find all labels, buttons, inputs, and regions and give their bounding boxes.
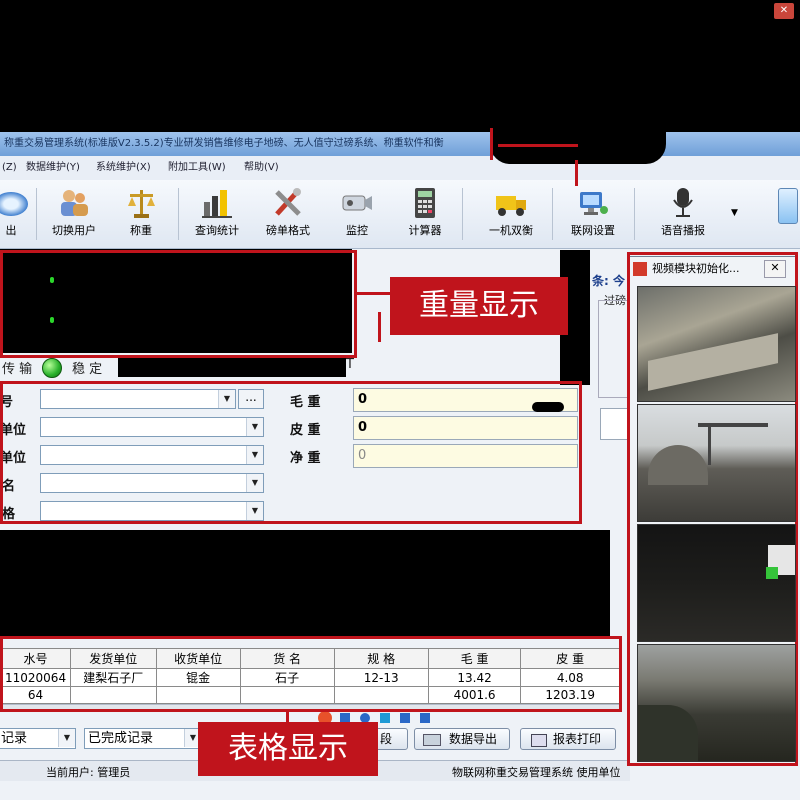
- data-export-button[interactable]: 数据导出: [414, 728, 510, 750]
- record-filter-value: 记录: [1, 731, 28, 746]
- chart-icon: [200, 186, 234, 220]
- redaction-mask: [490, 112, 666, 164]
- table-highlight: [0, 636, 622, 712]
- phone-icon[interactable]: [778, 188, 798, 224]
- toolbar-calculator-button[interactable]: 计算器: [398, 184, 452, 244]
- users-icon: [57, 186, 91, 220]
- right-panel-group: [598, 300, 630, 398]
- microphone-icon: [666, 186, 700, 220]
- canopy-structure: [708, 425, 711, 465]
- data-export-label: 数据导出: [448, 732, 497, 746]
- toolbar-separator: [178, 188, 179, 240]
- truck-icon: [494, 186, 528, 220]
- menu-item-help[interactable]: 帮助(V): [244, 156, 279, 180]
- exit-icon: [0, 192, 28, 216]
- toolbar: 出 切换用户 称重 查询统计 磅单格式 监控 计算器 一机双衡 联网设置 语音播…: [0, 180, 800, 249]
- export-icon: [423, 734, 441, 746]
- scale-icon: [124, 186, 158, 220]
- redaction-mask: [0, 530, 610, 638]
- annotation-connector: [378, 312, 381, 342]
- toolbar-separator: [462, 188, 463, 240]
- stable-status-label: 稳 定: [72, 362, 103, 377]
- toolbar-monitor-button[interactable]: 监控: [330, 184, 384, 244]
- stable-indicator-icon: [42, 358, 62, 378]
- gravel-pile: [648, 445, 708, 485]
- table-display-annotation: 表格显示: [198, 722, 378, 776]
- current-user-label: 当前用户: 管理员: [46, 766, 131, 779]
- toolbar-ticket-format-label: 磅单格式: [266, 224, 310, 237]
- video-close-button[interactable]: ✕: [764, 260, 786, 278]
- toolbar-query-stats-button[interactable]: 查询统计: [186, 184, 248, 244]
- menu-item-z[interactable]: (Z): [2, 156, 17, 180]
- right-panel-button[interactable]: [600, 408, 630, 440]
- toolbar-voice-broadcast-label: 语音播报: [661, 224, 705, 237]
- annotation-connector: [490, 128, 493, 160]
- toolbar-monitor-label: 监控: [346, 224, 368, 237]
- camera-feed-2[interactable]: [637, 404, 796, 522]
- completed-filter-select[interactable]: 已完成记录 ▼: [84, 728, 202, 749]
- report-print-button[interactable]: 报表打印: [520, 728, 616, 750]
- weight-display-annotation: 重量显示: [390, 277, 568, 335]
- weighbridge-platform: [648, 333, 778, 391]
- toolbar-exit-label: 出: [5, 224, 17, 237]
- toolbar-dual-scale-button[interactable]: 一机双衡: [478, 184, 544, 244]
- record-filter-select[interactable]: 记录 ▼: [0, 728, 76, 749]
- completed-filter-value: 已完成记录: [88, 731, 154, 746]
- redaction-mask: [118, 357, 346, 377]
- calculator-icon: [408, 186, 442, 220]
- ime-tool-icon[interactable]: [420, 713, 430, 723]
- window-close-button[interactable]: ✕: [774, 3, 794, 19]
- video-app-icon: [633, 262, 647, 276]
- annotation-connector: [357, 292, 393, 295]
- status-fragment: T: [346, 357, 354, 372]
- chevron-down-icon[interactable]: ▼: [58, 729, 75, 747]
- ime-keyboard-icon[interactable]: [380, 713, 390, 723]
- toolbar-separator: [36, 188, 37, 240]
- toolbar-voice-broadcast-button[interactable]: 语音播报: [650, 184, 716, 244]
- toolbar-query-stats-label: 查询统计: [195, 224, 239, 237]
- video-window-title: 视频模块初始化...: [652, 262, 740, 275]
- window-title: 称重交易管理系统(标准版V2.3.5.2)专业研发销售维修电子地磅、无人值守过磅…: [4, 138, 444, 149]
- toolbar-weigh-button[interactable]: 称重: [112, 184, 170, 244]
- toolbar-weigh-label: 称重: [130, 224, 152, 237]
- printer-icon: [531, 734, 547, 747]
- toolbar-network-settings-button[interactable]: 联网设置: [562, 184, 624, 244]
- toolbar-separator: [552, 188, 553, 240]
- transfer-status-label: 传 输: [2, 362, 33, 377]
- window-title-bar: 称重交易管理系统(标准版V2.3.5.2)专业研发销售维修电子地磅、无人值守过磅…: [0, 132, 800, 156]
- trees: [638, 705, 698, 761]
- toolbar-ticket-format-button[interactable]: 磅单格式: [256, 184, 320, 244]
- menu-item-data-maintenance[interactable]: 数据维护(Y): [26, 156, 80, 180]
- menu-item-addon-tools[interactable]: 附加工具(W): [168, 156, 226, 180]
- toolbar-switch-user-label: 切换用户: [52, 224, 96, 237]
- toolbar-dropdown-arrow-icon[interactable]: ▼: [731, 208, 738, 218]
- camera-feed-3[interactable]: [637, 524, 796, 642]
- toolbar-network-settings-label: 联网设置: [571, 224, 615, 237]
- form-highlight: [0, 381, 582, 524]
- signal-light: [766, 567, 778, 579]
- menu-bar: (Z) 数据维护(Y) 系统维护(X) 附加工具(W) 帮助(V): [0, 156, 800, 181]
- annotation-connector: [498, 144, 578, 147]
- network-icon: [576, 186, 610, 220]
- toolbar-separator: [634, 188, 635, 240]
- weight-display-highlight: [0, 250, 357, 358]
- menu-item-system-maintenance[interactable]: 系统维护(X): [96, 156, 151, 180]
- camera-feed-1[interactable]: [637, 286, 796, 402]
- toolbar-calculator-label: 计算器: [408, 224, 442, 237]
- camera-feed-4[interactable]: [637, 644, 796, 762]
- tools-icon: [271, 186, 305, 220]
- toolbar-dual-scale-label: 一机双衡: [489, 224, 533, 237]
- camera-icon: [340, 186, 374, 220]
- right-panel-heading: 条: 今: [592, 274, 625, 288]
- footer-text: 物联网称重交易管理系统 使用单位: [452, 766, 621, 779]
- annotation-connector: [575, 160, 578, 186]
- toolbar-exit-button[interactable]: 出: [0, 184, 28, 244]
- ime-skin-icon[interactable]: [400, 713, 410, 723]
- toolbar-switch-user-button[interactable]: 切换用户: [44, 184, 104, 244]
- report-print-label: 报表打印: [552, 732, 601, 746]
